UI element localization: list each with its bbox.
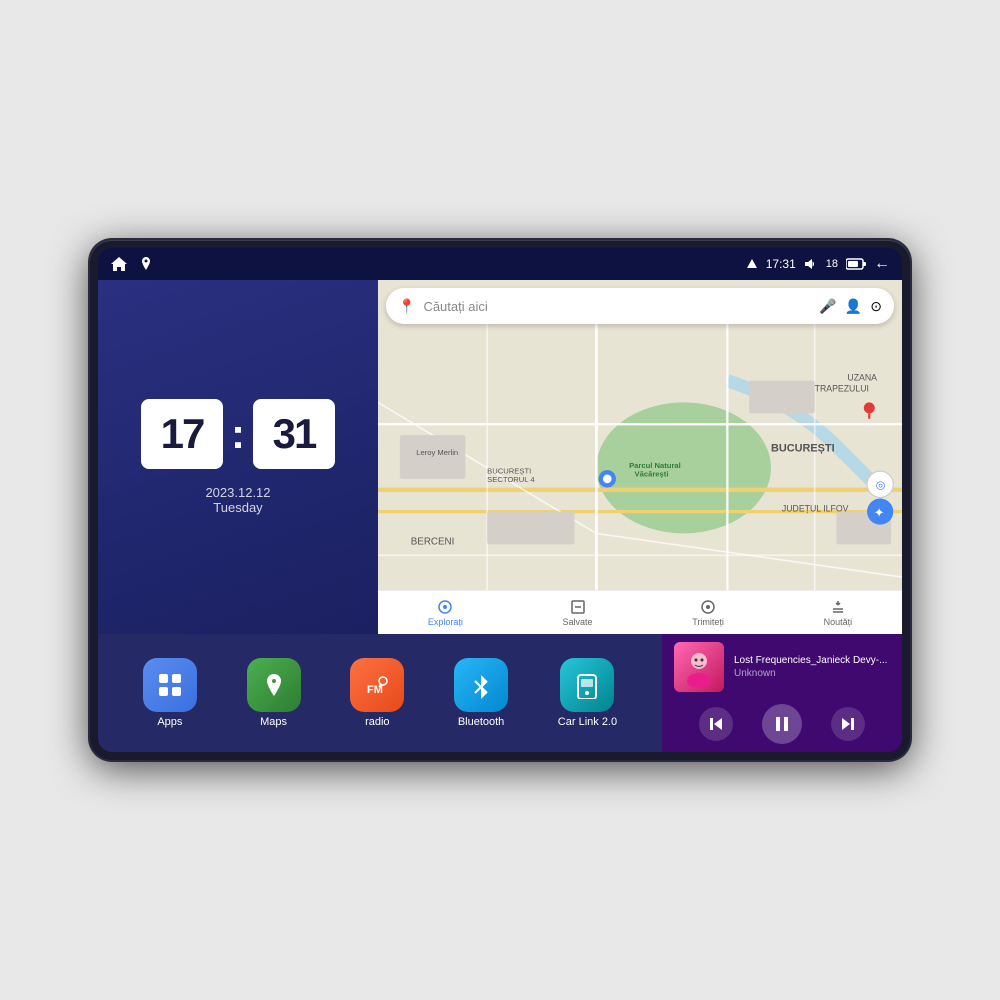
svg-text:BERCENI: BERCENI	[411, 536, 455, 547]
svg-text:FM: FM	[367, 684, 383, 696]
carlink-label: Car Link 2.0	[558, 716, 617, 728]
map-nav-saved-label: Salvate	[563, 617, 593, 627]
next-button[interactable]	[831, 707, 865, 741]
app-item-bluetooth[interactable]: Bluetooth	[454, 658, 508, 728]
map-widget[interactable]: BUCUREȘTI JUDEȚUL ILFOV TRAPEZULUI BERCE…	[378, 280, 902, 634]
music-artist: Unknown	[734, 668, 890, 679]
screen: 17:31 18 ←	[98, 248, 902, 752]
play-pause-button[interactable]	[762, 704, 802, 744]
status-right: 17:31 18 ←	[746, 255, 890, 273]
map-nav-send[interactable]: Trimiteți	[692, 599, 724, 627]
clock-display: 17 : 31	[141, 399, 335, 469]
svg-text:UZANA: UZANA	[847, 373, 877, 383]
music-player: Lost Frequencies_Janieck Devy-... Unknow…	[662, 634, 902, 752]
svg-text:Parcul Natural: Parcul Natural	[629, 461, 681, 470]
status-left	[110, 256, 154, 272]
status-bar: 17:31 18 ←	[98, 248, 902, 280]
volume-level: 18	[826, 258, 838, 270]
back-button[interactable]: ←	[874, 255, 890, 273]
svg-text:TRAPEZULUI: TRAPEZULUI	[815, 384, 869, 394]
radio-label: radio	[365, 716, 389, 728]
map-bottom-bar: Explorați Salvate Trimiteți Noutăți	[378, 590, 902, 634]
svg-text:JUDEȚUL ILFOV: JUDEȚUL ILFOV	[782, 504, 849, 514]
map-background: BUCUREȘTI JUDEȚUL ILFOV TRAPEZULUI BERCE…	[378, 280, 902, 634]
map-nav-news[interactable]: Noutăți	[824, 599, 853, 627]
apps-label: Apps	[157, 716, 182, 728]
main-content: 17 : 31 2023.12.12 Tuesday	[98, 280, 902, 752]
map-nav-send-label: Trimiteți	[692, 617, 724, 627]
svg-text:BUCUREȘTI: BUCUREȘTI	[487, 466, 531, 475]
apps-icon	[143, 658, 197, 712]
app-dock: Apps Maps	[98, 634, 662, 752]
radio-icon: FM	[350, 658, 404, 712]
app-item-carlink[interactable]: Car Link 2.0	[558, 658, 617, 728]
map-nav-saved[interactable]: Salvate	[563, 599, 593, 627]
svg-text:Leroy Merlin: Leroy Merlin	[416, 448, 458, 457]
map-avatar-icon[interactable]: 👤	[845, 298, 862, 315]
device-shell: 17:31 18 ←	[90, 240, 910, 760]
svg-text:SECTORUL 4: SECTORUL 4	[487, 475, 535, 484]
music-thumbnail	[674, 642, 724, 692]
maps-icon	[247, 658, 301, 712]
music-top: Lost Frequencies_Janieck Devy-... Unknow…	[674, 642, 890, 692]
svg-text:◎: ◎	[876, 480, 886, 492]
svg-text:✦: ✦	[874, 505, 885, 520]
home-icon[interactable]	[110, 256, 128, 272]
map-nav-explore[interactable]: Explorați	[428, 599, 463, 627]
clock-hours: 17	[141, 399, 223, 469]
app-item-apps[interactable]: Apps	[143, 658, 197, 728]
carlink-icon	[560, 658, 614, 712]
map-search-bar[interactable]: 📍 Căutați aici 🎤 👤 ⊙	[386, 288, 894, 324]
maps-label: Maps	[260, 716, 287, 728]
map-mic-icon[interactable]: 🎤	[819, 298, 836, 315]
bottom-section: Apps Maps	[98, 634, 902, 752]
app-item-maps[interactable]: Maps	[247, 658, 301, 728]
app-item-radio[interactable]: FM radio	[350, 658, 404, 728]
clock-separator: :	[231, 410, 245, 458]
signal-icon	[746, 258, 758, 270]
time-display: 17:31	[766, 257, 796, 271]
map-search-text[interactable]: Căutați aici	[423, 299, 811, 314]
clock-widget: 17 : 31 2023.12.12 Tuesday	[98, 280, 378, 634]
prev-button[interactable]	[699, 707, 733, 741]
bluetooth-icon	[454, 658, 508, 712]
location-icon[interactable]	[138, 256, 154, 272]
svg-text:BUCUREȘTI: BUCUREȘTI	[771, 443, 835, 455]
music-title: Lost Frequencies_Janieck Devy-...	[734, 655, 890, 666]
volume-icon	[804, 258, 818, 270]
map-nav-news-label: Noutăți	[824, 617, 853, 627]
clock-date: 2023.12.12 Tuesday	[205, 485, 270, 515]
battery-icon	[846, 258, 866, 270]
music-controls	[674, 704, 890, 744]
top-section: 17 : 31 2023.12.12 Tuesday	[98, 280, 902, 634]
map-pin-icon: 📍	[398, 298, 415, 315]
music-info: Lost Frequencies_Janieck Devy-... Unknow…	[734, 655, 890, 679]
clock-minutes: 31	[253, 399, 335, 469]
map-layers-icon[interactable]: ⊙	[870, 298, 882, 315]
svg-text:Văcărești: Văcărești	[635, 470, 669, 479]
map-nav-explore-label: Explorați	[428, 617, 463, 627]
bluetooth-label: Bluetooth	[458, 716, 504, 728]
